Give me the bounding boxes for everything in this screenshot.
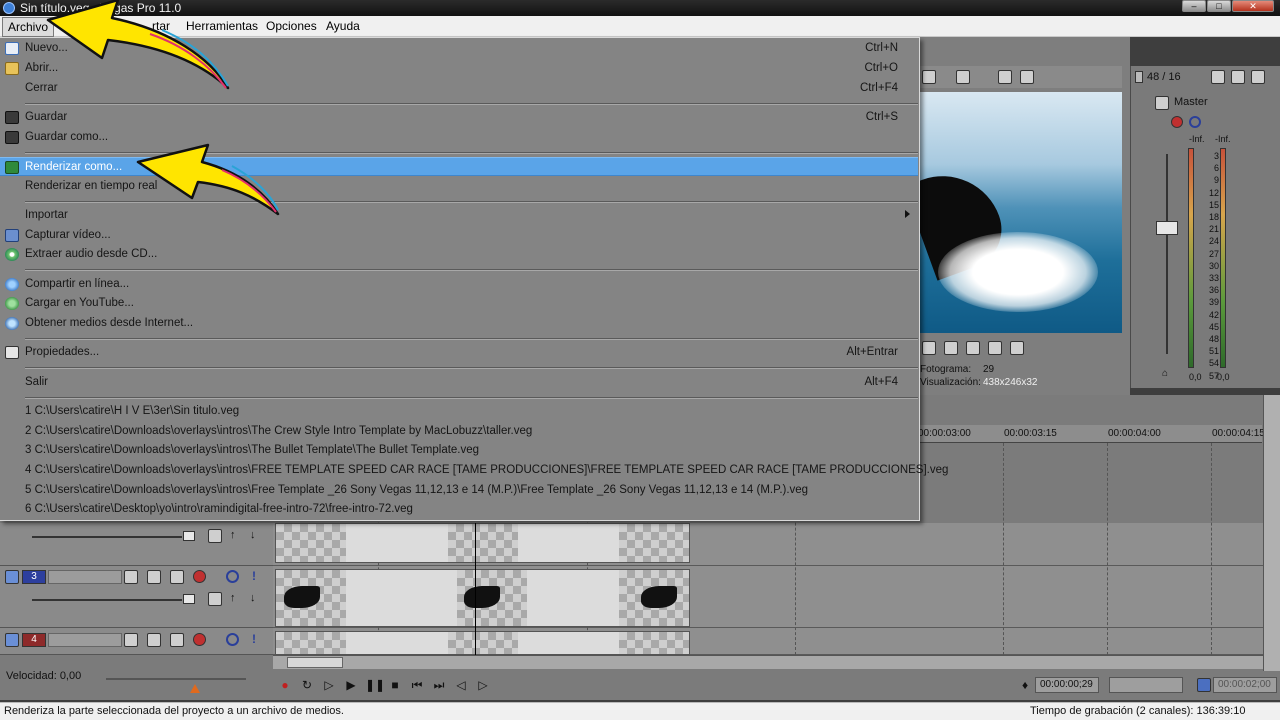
- yellow-arrow-icon: [46, 0, 230, 90]
- yellow-arrow-icon: [136, 143, 280, 216]
- annotation-overlay: [46, 0, 280, 216]
